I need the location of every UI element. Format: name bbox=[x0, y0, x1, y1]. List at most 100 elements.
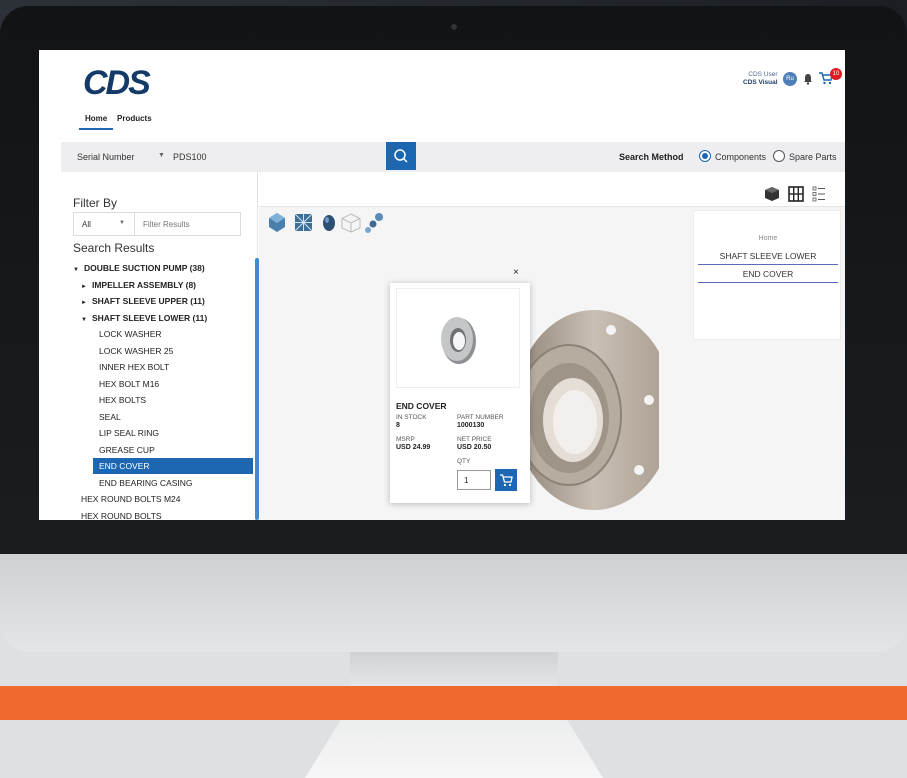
transparent-icon[interactable] bbox=[341, 213, 361, 233]
search-input[interactable] bbox=[169, 147, 385, 167]
tree-item-label: HEX BOLTS bbox=[99, 395, 147, 405]
svg-text:CDS: CDS bbox=[83, 66, 151, 98]
search-method-label: Search Method bbox=[619, 152, 684, 162]
radio-spare-parts-label[interactable]: Spare Parts bbox=[789, 152, 837, 162]
viewer-toolbar bbox=[269, 213, 383, 233]
cart-icon bbox=[500, 474, 513, 487]
msrp-value: USD 24.99 bbox=[396, 444, 431, 451]
monitor-base bbox=[305, 720, 603, 778]
grid-view-icon[interactable] bbox=[788, 186, 804, 202]
tree-item[interactable]: LOCK WASHER bbox=[99, 326, 162, 342]
tree-item[interactable]: INNER HEX BOLT bbox=[99, 359, 169, 375]
chevron-down-icon[interactable]: ▼ bbox=[119, 220, 125, 226]
net-price-label: NET PRICE bbox=[457, 436, 492, 443]
net-price-value: USD 20.50 bbox=[457, 444, 492, 451]
tree-item-label: LOCK WASHER bbox=[99, 329, 162, 339]
in-stock-value: 8 bbox=[396, 422, 400, 429]
explode-icon[interactable] bbox=[365, 213, 383, 233]
search-type-select[interactable]: Serial Number bbox=[77, 152, 135, 162]
user-org: CDS Visual bbox=[743, 79, 778, 86]
nav-active-indicator bbox=[79, 128, 113, 130]
breadcrumb: Home SHAFT SLEEVE LOWER END COVER bbox=[693, 210, 841, 340]
tree-item-label: DOUBLE SUCTION PUMP (38) bbox=[83, 263, 205, 273]
tree-item[interactable]: HEX BOLTS bbox=[99, 392, 146, 408]
radio-components-label[interactable]: Components bbox=[715, 152, 766, 162]
part-image bbox=[396, 288, 520, 388]
divider bbox=[698, 282, 838, 283]
radio-spare-parts[interactable] bbox=[773, 150, 785, 162]
tree-item-label: SHAFT SLEEVE LOWER (11) bbox=[91, 312, 208, 323]
camera bbox=[451, 24, 457, 30]
tree-item-label: IMPELLER ASSEMBLY (8) bbox=[91, 279, 197, 290]
expand-arrow-icon[interactable]: ▼ bbox=[81, 317, 87, 323]
tree-item-label: INNER HEX BOLT bbox=[99, 362, 170, 372]
results-title: Search Results bbox=[73, 241, 155, 255]
tree-item[interactable]: SEAL bbox=[99, 409, 121, 425]
monitor-chin bbox=[0, 554, 907, 652]
view-mode-toolbar bbox=[765, 186, 825, 202]
tree-item-label: HEX ROUND BOLTS bbox=[81, 510, 162, 521]
nav-home[interactable]: Home bbox=[85, 114, 107, 123]
tree-item-selected[interactable]: END COVER bbox=[93, 458, 253, 474]
divider bbox=[259, 206, 845, 207]
avatar[interactable]: Ru bbox=[783, 72, 797, 86]
tree-item-label: HEX BOLT M16 bbox=[99, 378, 160, 389]
breadcrumb-item[interactable]: SHAFT SLEEVE LOWER bbox=[694, 251, 842, 261]
cart-count-badge: 10 bbox=[830, 68, 842, 80]
tree-item[interactable]: LIP SEAL RING bbox=[99, 425, 159, 441]
tree-item-label: LOCK WASHER 25 bbox=[99, 345, 174, 356]
tree-item-label: END BEARING CASING bbox=[99, 477, 193, 488]
tree-item[interactable]: LOCK WASHER 25 bbox=[99, 343, 173, 359]
quantity-input[interactable] bbox=[457, 470, 491, 490]
radio-components[interactable] bbox=[699, 150, 711, 162]
tree-item-label: SHAFT SLEEVE UPPER (11) bbox=[91, 296, 205, 306]
chevron-down-icon[interactable]: ▼ bbox=[158, 152, 165, 159]
tree-item-label: HEX ROUND BOLTS M24 bbox=[81, 494, 181, 504]
tree-item-label: LIP SEAL RING bbox=[99, 428, 159, 438]
bell-icon[interactable] bbox=[803, 73, 813, 85]
home-view-icon[interactable] bbox=[269, 213, 285, 232]
add-to-cart-button[interactable] bbox=[495, 469, 517, 491]
tree-item[interactable]: ► SHAFT SLEEVE UPPER (11) bbox=[81, 293, 205, 309]
3d-view-icon[interactable] bbox=[765, 187, 779, 201]
tree-item[interactable]: END BEARING CASING bbox=[99, 475, 193, 491]
monitor: CDS Home Products CDS User CDS Visual Ru… bbox=[0, 6, 907, 652]
tree-item[interactable]: ▼ DOUBLE SUCTION PUMP (38) bbox=[73, 260, 205, 276]
part-number-label: PART NUMBER bbox=[457, 414, 504, 421]
in-stock-label: IN STOCK bbox=[396, 414, 427, 421]
user-name: CDS User bbox=[748, 71, 778, 78]
expand-arrow-icon[interactable]: ▼ bbox=[73, 267, 79, 273]
breadcrumb-home[interactable]: Home bbox=[694, 235, 842, 242]
tree-item[interactable]: ▼ SHAFT SLEEVE LOWER (11) bbox=[81, 310, 207, 326]
tree-item-label: GREASE CUP bbox=[99, 444, 155, 455]
user-info[interactable]: CDS User CDS Visual bbox=[743, 71, 778, 87]
end-cover-thumbnail bbox=[441, 317, 476, 364]
shaded-icon[interactable] bbox=[323, 215, 335, 231]
close-icon[interactable]: × bbox=[513, 267, 519, 278]
cds-logo[interactable]: CDS bbox=[83, 66, 153, 98]
msrp-label: MSRP bbox=[396, 436, 415, 443]
divider bbox=[698, 264, 838, 265]
wireframe-icon[interactable] bbox=[294, 213, 313, 232]
tree-item[interactable]: HEX BOLT M16 bbox=[99, 376, 159, 392]
nav-products[interactable]: Products bbox=[117, 114, 152, 123]
tree-item[interactable]: HEX ROUND BOLTS M24 bbox=[81, 491, 181, 507]
tree-item-label: END COVER bbox=[99, 461, 150, 471]
part-number-value: 1000130 bbox=[457, 422, 485, 429]
tree-item[interactable]: GREASE CUP bbox=[99, 442, 155, 458]
orange-band bbox=[0, 686, 907, 720]
tree-item-label: SEAL bbox=[99, 411, 121, 422]
qty-label: QTY bbox=[457, 458, 471, 465]
collapse-arrow-icon[interactable]: ► bbox=[81, 284, 87, 290]
list-view-icon[interactable] bbox=[812, 186, 825, 202]
breadcrumb-item[interactable]: END COVER bbox=[694, 269, 842, 279]
filter-input[interactable] bbox=[135, 212, 241, 236]
part-title: END COVER bbox=[396, 401, 447, 411]
filter-scope-select[interactable]: All bbox=[73, 212, 135, 236]
search-icon bbox=[394, 149, 408, 163]
collapse-arrow-icon[interactable]: ► bbox=[81, 300, 87, 306]
search-button[interactable] bbox=[386, 142, 416, 170]
tree-item[interactable]: ► IMPELLER ASSEMBLY (8) bbox=[81, 277, 196, 293]
app-screen: CDS Home Products CDS User CDS Visual Ru… bbox=[39, 50, 845, 520]
tree-item[interactable]: HEX ROUND BOLTS bbox=[81, 508, 162, 521]
